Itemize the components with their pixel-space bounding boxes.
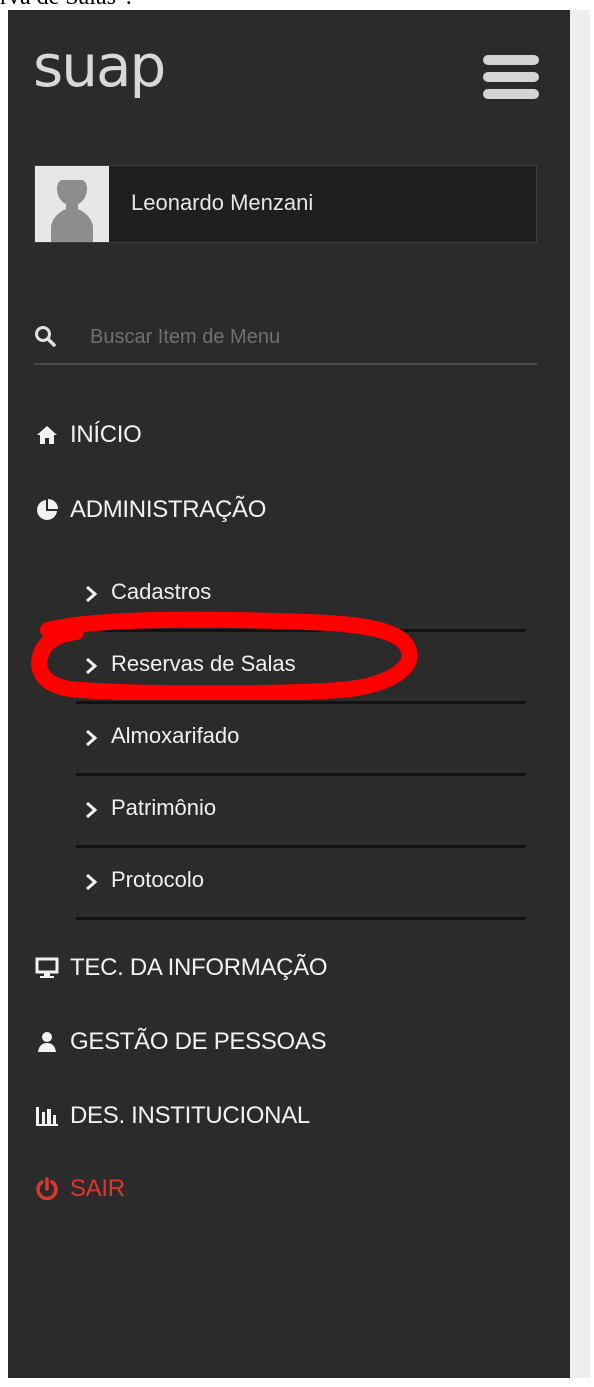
person-icon bbox=[34, 1029, 60, 1055]
submenu-item-patrimonio[interactable]: Patrimônio bbox=[76, 776, 526, 848]
sidebar-item-label: ADMINISTRAÇÃO bbox=[70, 496, 267, 523]
submenu-item-almoxarifado[interactable]: Almoxarifado bbox=[76, 704, 526, 776]
sidebar-item-des-institucional[interactable]: DES. INSTITUCIONAL bbox=[34, 1098, 310, 1134]
bar-chart-icon bbox=[34, 1103, 60, 1129]
sidebar-item-gestao-de-pessoas[interactable]: GESTÃO DE PESSOAS bbox=[34, 1024, 327, 1060]
pie-chart-icon bbox=[34, 497, 60, 523]
chevron-right-icon bbox=[86, 729, 98, 747]
main-content-strip bbox=[570, 10, 590, 1378]
sidebar-item-label: SAIR bbox=[70, 1175, 125, 1202]
sidebar-item-administracao[interactable]: ADMINISTRAÇÃO bbox=[34, 492, 266, 528]
home-icon bbox=[34, 422, 60, 448]
sidebar-item-label: DES. INSTITUCIONAL bbox=[70, 1102, 310, 1129]
submenu-item-cadastros[interactable]: Cadastros bbox=[76, 560, 526, 632]
submenu-item-label: Cadastros bbox=[111, 579, 212, 604]
submenu-item-label: Almoxarifado bbox=[111, 723, 240, 748]
chevron-right-icon bbox=[86, 801, 98, 819]
sidebar-navigation: INÍCIO ADMINISTRAÇÃO Cadastros Reservas … bbox=[8, 10, 570, 1378]
chevron-right-icon bbox=[86, 657, 98, 675]
chevron-right-icon bbox=[86, 585, 98, 603]
power-icon bbox=[34, 1176, 60, 1202]
submenu-item-protocolo[interactable]: Protocolo bbox=[76, 848, 526, 920]
submenu-item-label: Patrimônio bbox=[111, 795, 217, 820]
sidebar-item-label: TEC. DA INFORMAÇÃO bbox=[70, 954, 328, 981]
chevron-right-icon bbox=[86, 873, 98, 891]
monitor-icon bbox=[34, 955, 60, 981]
sidebar-item-label: GESTÃO DE PESSOAS bbox=[70, 1028, 327, 1055]
submenu-item-label: Reservas de Salas bbox=[111, 651, 296, 676]
submenu-item-reservas-de-salas[interactable]: Reservas de Salas bbox=[76, 632, 526, 704]
sidebar-item-label: INÍCIO bbox=[70, 421, 142, 448]
sidebar-item-sair[interactable]: SAIR bbox=[34, 1171, 125, 1207]
sidebar-item-tec-da-informacao[interactable]: TEC. DA INFORMAÇÃO bbox=[34, 950, 328, 986]
submenu-item-label: Protocolo bbox=[111, 867, 204, 892]
sidebar: suap Leonardo Menzani INÍCIO bbox=[8, 10, 570, 1378]
sidebar-item-inicio[interactable]: INÍCIO bbox=[34, 417, 142, 453]
